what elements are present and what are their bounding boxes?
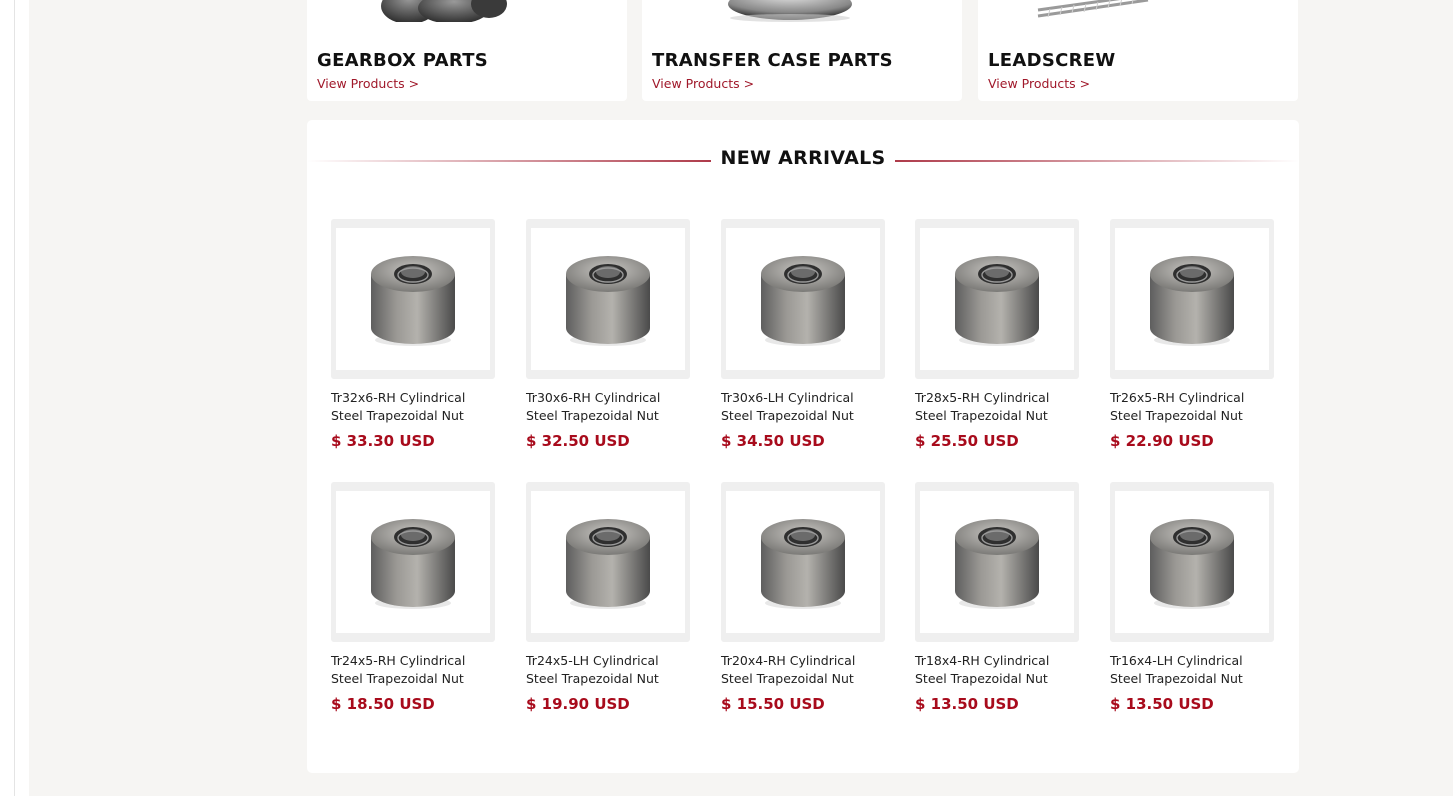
product-name-line2: Steel Trapezoidal Nut xyxy=(915,408,1048,423)
product-thumbnail[interactable] xyxy=(915,219,1079,379)
view-products-link[interactable]: View Products > xyxy=(317,76,419,91)
trapezoidal-nut-image xyxy=(1150,519,1234,609)
trapezoidal-nut-image xyxy=(761,519,845,609)
view-products-link[interactable]: View Products > xyxy=(988,76,1090,91)
product-price: $ 13.50 USD xyxy=(1110,695,1214,713)
view-products-link[interactable]: View Products > xyxy=(652,76,754,91)
new-arrivals-section: NEW ARRIVALS Tr32x6-RH Cylindrical Steel… xyxy=(307,120,1299,773)
product-thumbnail[interactable] xyxy=(1110,219,1274,379)
product-price: $ 22.90 USD xyxy=(1110,432,1214,450)
product-thumbnail[interactable] xyxy=(721,219,885,379)
product-name[interactable]: Tr18x4-RH Cylindrical Steel Trapezoidal … xyxy=(915,652,1090,688)
category-title: TRANSFER CASE PARTS xyxy=(652,50,893,71)
product-price: $ 33.30 USD xyxy=(331,432,435,450)
product-card[interactable]: Tr30x6-RH Cylindrical Steel Trapezoidal … xyxy=(526,219,690,450)
product-name-line1: Tr26x5-RH Cylindrical xyxy=(1110,390,1245,405)
product-image-frame xyxy=(726,228,880,370)
product-name-line2: Steel Trapezoidal Nut xyxy=(1110,671,1243,686)
trapezoidal-nut-image xyxy=(761,256,845,346)
product-name-line1: Tr18x4-RH Cylindrical xyxy=(915,653,1050,668)
product-name[interactable]: Tr16x4-LH Cylindrical Steel Trapezoidal … xyxy=(1110,652,1285,688)
product-price: $ 25.50 USD xyxy=(915,432,1019,450)
product-name[interactable]: Tr30x6-LH Cylindrical Steel Trapezoidal … xyxy=(721,389,896,425)
product-card[interactable]: Tr26x5-RH Cylindrical Steel Trapezoidal … xyxy=(1110,219,1274,450)
category-title: GEARBOX PARTS xyxy=(317,50,489,71)
product-thumbnail[interactable] xyxy=(721,482,885,642)
product-image-frame xyxy=(920,228,1074,370)
product-image-frame xyxy=(531,491,685,633)
product-name[interactable]: Tr32x6-RH Cylindrical Steel Trapezoidal … xyxy=(331,389,506,425)
product-image-frame xyxy=(920,491,1074,633)
heading-divider-left xyxy=(307,160,711,162)
product-name-line1: Tr24x5-LH Cylindrical xyxy=(526,653,659,668)
trapezoidal-nut-image xyxy=(566,256,650,346)
left-rail xyxy=(0,0,15,796)
product-name-line2: Steel Trapezoidal Nut xyxy=(526,408,659,423)
product-image-frame xyxy=(336,228,490,370)
product-price: $ 15.50 USD xyxy=(721,695,825,713)
product-price: $ 34.50 USD xyxy=(721,432,825,450)
product-card[interactable]: Tr32x6-RH Cylindrical Steel Trapezoidal … xyxy=(331,219,495,450)
product-name-line2: Steel Trapezoidal Nut xyxy=(721,408,854,423)
product-card[interactable]: Tr20x4-RH Cylindrical Steel Trapezoidal … xyxy=(721,482,885,713)
heading-divider-right xyxy=(895,160,1299,162)
gearbox-parts-image xyxy=(381,0,507,22)
product-name-line2: Steel Trapezoidal Nut xyxy=(526,671,659,686)
product-name-line1: Tr28x5-RH Cylindrical xyxy=(915,390,1050,405)
transfer-case-image xyxy=(728,0,852,22)
product-name-line2: Steel Trapezoidal Nut xyxy=(915,671,1048,686)
product-thumbnail[interactable] xyxy=(331,219,495,379)
product-name-line1: Tr30x6-LH Cylindrical xyxy=(721,390,854,405)
product-price: $ 18.50 USD xyxy=(331,695,435,713)
product-name-line1: Tr32x6-RH Cylindrical xyxy=(331,390,466,405)
trapezoidal-nut-image xyxy=(371,256,455,346)
product-card[interactable]: Tr30x6-LH Cylindrical Steel Trapezoidal … xyxy=(721,219,885,450)
leadscrew-image xyxy=(1037,0,1149,18)
product-image-frame xyxy=(726,491,880,633)
trapezoidal-nut-image xyxy=(955,519,1039,609)
product-thumbnail[interactable] xyxy=(526,219,690,379)
trapezoidal-nut-image xyxy=(371,519,455,609)
product-price: $ 13.50 USD xyxy=(915,695,1019,713)
product-name-line1: Tr20x4-RH Cylindrical xyxy=(721,653,856,668)
product-name-line2: Steel Trapezoidal Nut xyxy=(331,671,464,686)
product-name[interactable]: Tr26x5-RH Cylindrical Steel Trapezoidal … xyxy=(1110,389,1285,425)
product-card[interactable]: Tr28x5-RH Cylindrical Steel Trapezoidal … xyxy=(915,219,1079,450)
category-card-transfer-case[interactable]: TRANSFER CASE PARTS View Products > xyxy=(642,0,962,101)
category-title: LEADSCREW xyxy=(988,50,1116,71)
category-card-leadscrew[interactable]: LEADSCREW View Products > xyxy=(978,0,1298,101)
product-name-line1: Tr24x5-RH Cylindrical xyxy=(331,653,466,668)
product-card[interactable]: Tr18x4-RH Cylindrical Steel Trapezoidal … xyxy=(915,482,1079,713)
section-heading: NEW ARRIVALS xyxy=(307,146,1299,174)
product-thumbnail[interactable] xyxy=(526,482,690,642)
product-thumbnail[interactable] xyxy=(1110,482,1274,642)
trapezoidal-nut-image xyxy=(566,519,650,609)
product-image-frame xyxy=(336,491,490,633)
product-image-frame xyxy=(1115,228,1269,370)
product-price: $ 32.50 USD xyxy=(526,432,630,450)
product-name-line1: Tr16x4-LH Cylindrical xyxy=(1110,653,1243,668)
trapezoidal-nut-image xyxy=(955,256,1039,346)
trapezoidal-nut-image xyxy=(1150,256,1234,346)
product-card[interactable]: Tr24x5-RH Cylindrical Steel Trapezoidal … xyxy=(331,482,495,713)
product-price: $ 19.90 USD xyxy=(526,695,630,713)
product-image-frame xyxy=(1115,491,1269,633)
category-card-gearbox[interactable]: GEARBOX PARTS View Products > xyxy=(307,0,627,101)
product-thumbnail[interactable] xyxy=(915,482,1079,642)
product-name[interactable]: Tr30x6-RH Cylindrical Steel Trapezoidal … xyxy=(526,389,701,425)
product-card[interactable]: Tr24x5-LH Cylindrical Steel Trapezoidal … xyxy=(526,482,690,713)
product-name-line2: Steel Trapezoidal Nut xyxy=(721,671,854,686)
product-name-line2: Steel Trapezoidal Nut xyxy=(1110,408,1243,423)
product-image-frame xyxy=(531,228,685,370)
product-thumbnail[interactable] xyxy=(331,482,495,642)
product-card[interactable]: Tr16x4-LH Cylindrical Steel Trapezoidal … xyxy=(1110,482,1274,713)
product-name-line2: Steel Trapezoidal Nut xyxy=(331,408,464,423)
new-arrivals-title: NEW ARRIVALS xyxy=(720,147,886,169)
product-name[interactable]: Tr28x5-RH Cylindrical Steel Trapezoidal … xyxy=(915,389,1090,425)
product-name[interactable]: Tr24x5-LH Cylindrical Steel Trapezoidal … xyxy=(526,652,701,688)
product-name[interactable]: Tr24x5-RH Cylindrical Steel Trapezoidal … xyxy=(331,652,506,688)
product-name[interactable]: Tr20x4-RH Cylindrical Steel Trapezoidal … xyxy=(721,652,896,688)
product-name-line1: Tr30x6-RH Cylindrical xyxy=(526,390,661,405)
